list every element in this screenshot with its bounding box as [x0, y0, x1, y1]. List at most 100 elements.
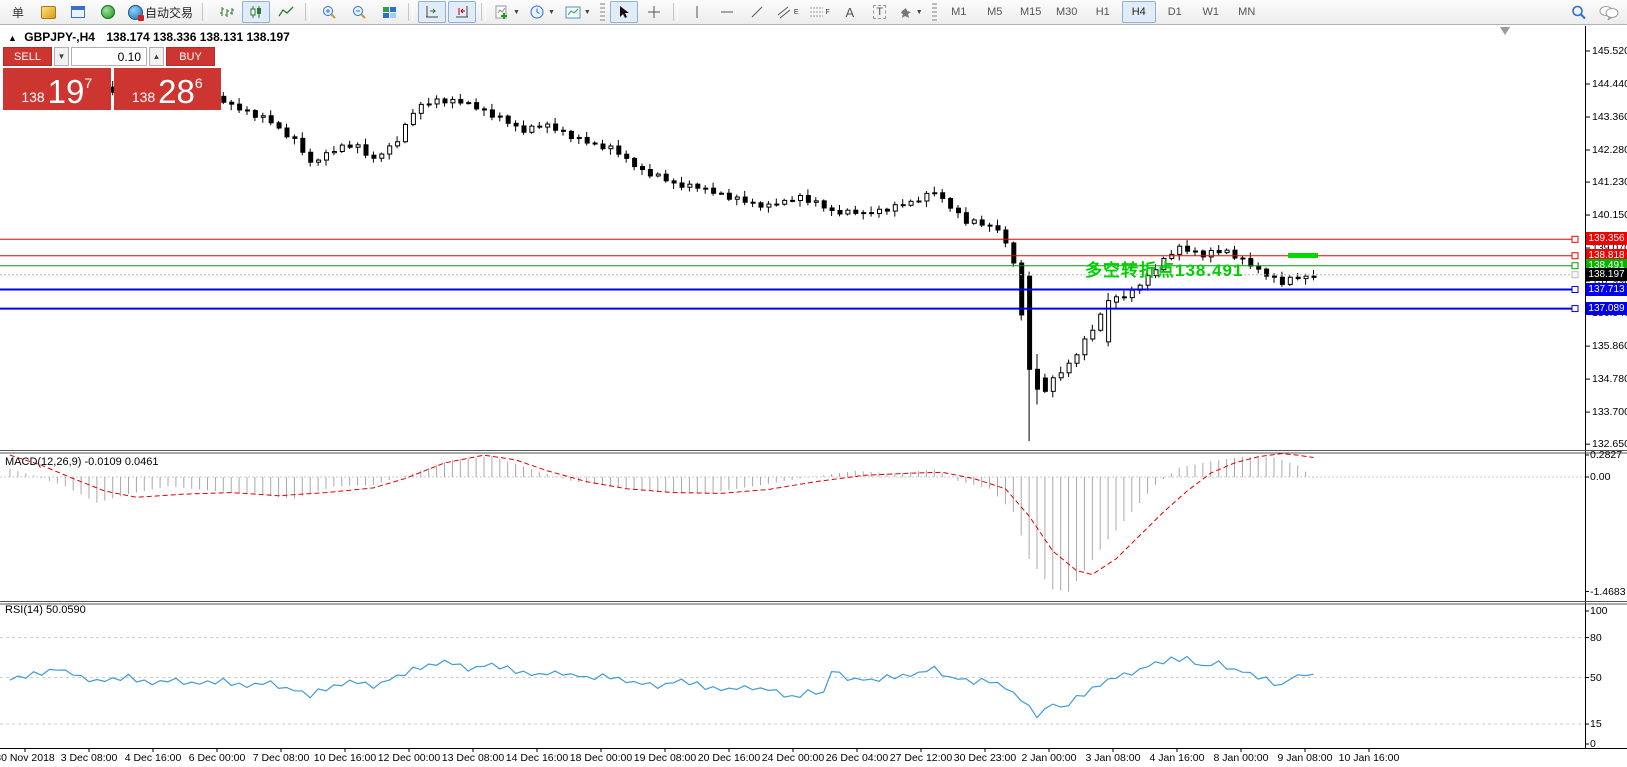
chart-title: ▲ GBPJPY-,H4 138.174 138.336 138.131 138… [8, 30, 290, 44]
chat-button[interactable] [1595, 1, 1623, 23]
chart-candles-button[interactable] [242, 1, 270, 23]
time-axis-label: 9 Jan 08:00 [1278, 752, 1333, 764]
rsi-indicator [0, 638, 1585, 724]
chart-bars-button[interactable] [212, 1, 240, 23]
label-tool-button[interactable]: T [866, 1, 894, 23]
autotrade-button[interactable]: 自动交易 [124, 1, 197, 23]
collapse-panel-arrow-icon[interactable]: ▲ [8, 33, 17, 43]
macd-indicator [0, 454, 1585, 592]
sell-button[interactable]: SELL [3, 47, 52, 66]
indicators-button[interactable]: ▼ [491, 1, 524, 23]
vline-tool-button[interactable] [683, 1, 711, 23]
new-order-button[interactable]: 单 [4, 1, 32, 23]
dropdown-arrow-icon: ▼ [548, 9, 555, 16]
dropdown-arrow-icon: ▼ [513, 9, 520, 16]
mt4-window: 单 自动交易 [0, 0, 1627, 767]
volume-increase-button[interactable]: ▲ [149, 47, 164, 66]
price-tick-label: 134.780 [1592, 373, 1627, 385]
line-chart-icon [278, 5, 294, 19]
time-axis-label: 8 Jan 00:00 [1214, 752, 1269, 764]
timeframe-w1-button[interactable]: W1 [1194, 1, 1228, 23]
signal-icon [101, 5, 115, 19]
dropdown-arrow-icon: ▼ [584, 9, 591, 16]
time-axis-label: 26 Dec 04:00 [826, 752, 888, 764]
text-tool-button[interactable]: A [836, 1, 864, 23]
folder-icon[interactable] [34, 1, 62, 23]
hline-tool-button[interactable] [713, 1, 741, 23]
candles-chart-icon [248, 5, 264, 19]
timeframe-m5-button[interactable]: M5 [978, 1, 1012, 23]
zoom-in-button[interactable] [315, 1, 343, 23]
sell-pips: 19 [48, 79, 85, 105]
clock-icon [530, 5, 545, 19]
separator [202, 3, 207, 21]
cursor-button[interactable] [610, 1, 638, 23]
sell-big-figure: 138 [21, 90, 44, 105]
separator [305, 3, 310, 21]
fibonacci-tool-button[interactable]: F [805, 1, 834, 23]
pivot-annotation-text[interactable]: 多空转折点138.491 [1085, 256, 1243, 281]
window-chart-icon [71, 6, 85, 18]
volume-input[interactable] [71, 47, 147, 66]
chat-icon [1599, 5, 1619, 20]
green-highlight-marker [1288, 253, 1318, 258]
templates-button[interactable]: ▼ [561, 1, 595, 23]
market-watch-button[interactable] [64, 1, 92, 23]
trendline-tool-button[interactable] [743, 1, 771, 23]
one-click-trading-panel: SELL ▼ ▲ BUY 138 19 7 138 28 6 [3, 47, 221, 110]
price-tick-label: 144.440 [1592, 78, 1627, 90]
arrows-tool-button[interactable]: ▼ [896, 1, 927, 23]
chart-shift-icon [454, 5, 470, 19]
timeframe-m30-button[interactable]: M30 [1050, 1, 1084, 23]
rsi-tick-label: 100 [1590, 605, 1608, 617]
toolbar-grip[interactable] [600, 3, 605, 21]
periods-button[interactable]: ▼ [526, 1, 559, 23]
time-axis-label: 20 Dec 16:00 [698, 752, 760, 764]
price-tick-label: 142.280 [1592, 144, 1627, 156]
timeframe-mn-button[interactable]: MN [1230, 1, 1264, 23]
price-tick-label: 140.150 [1592, 209, 1627, 221]
crosshair-button[interactable] [640, 1, 668, 23]
timeframe-bar: M1M5M15M30H1H4D1W1MN [942, 1, 1264, 23]
arrows-icon [900, 6, 913, 19]
time-axis-label: 30 Dec 23:00 [954, 752, 1016, 764]
volume-decrease-button[interactable]: ▼ [54, 47, 69, 66]
bars-chart-icon [218, 5, 234, 19]
channel-letter: E [794, 9, 799, 16]
toolbar-grip[interactable] [932, 3, 937, 21]
macd-label: MACD(12,26,9) -0.0109 0.0461 [5, 456, 158, 468]
time-axis-label: 3 Dec 08:00 [61, 752, 118, 764]
rsi-tick-label: 0 [1590, 738, 1596, 750]
tile-windows-button[interactable] [375, 1, 403, 23]
toolbar: 单 自动交易 [0, 0, 1627, 25]
time-axis-label: 24 Dec 00:00 [762, 752, 824, 764]
sell-price-box[interactable]: 138 19 7 [3, 68, 111, 110]
timeframe-d1-button[interactable]: D1 [1158, 1, 1192, 23]
zoom-out-button[interactable] [345, 1, 373, 23]
search-button[interactable] [1565, 1, 1593, 23]
separator [408, 3, 413, 21]
cursor-icon [618, 5, 630, 19]
price-level-chip: 137.089 [1586, 302, 1627, 315]
buy-price-box[interactable]: 138 28 6 [114, 68, 222, 110]
ohlc-values: 138.174 138.336 138.131 138.197 [106, 30, 290, 44]
channel-tool-button[interactable]: E [773, 1, 803, 23]
buy-button[interactable]: BUY [166, 47, 215, 66]
dropdown-arrow-icon: ▼ [916, 9, 923, 16]
horizontal-lines[interactable] [0, 236, 1578, 311]
chart-line-button[interactable] [272, 1, 300, 23]
triangle-up-icon: ▲ [153, 52, 161, 61]
news-button[interactable] [94, 1, 122, 23]
price-tick-label: 145.520 [1592, 45, 1627, 57]
rsi-tick-label: 15 [1590, 718, 1602, 730]
auto-scroll-button[interactable] [418, 1, 446, 23]
timeframe-h1-button[interactable]: H1 [1086, 1, 1120, 23]
chart-canvas[interactable] [0, 0, 1627, 767]
timeframe-m1-button[interactable]: M1 [942, 1, 976, 23]
chart-shift-button[interactable] [448, 1, 476, 23]
time-axis-label: 12 Dec 00:00 [378, 752, 440, 764]
timeframe-h4-button[interactable]: H4 [1122, 1, 1156, 23]
auto-scroll-icon [424, 5, 440, 19]
timeframe-m15-button[interactable]: M15 [1014, 1, 1048, 23]
time-axis-label: 3 Jan 08:00 [1086, 752, 1141, 764]
